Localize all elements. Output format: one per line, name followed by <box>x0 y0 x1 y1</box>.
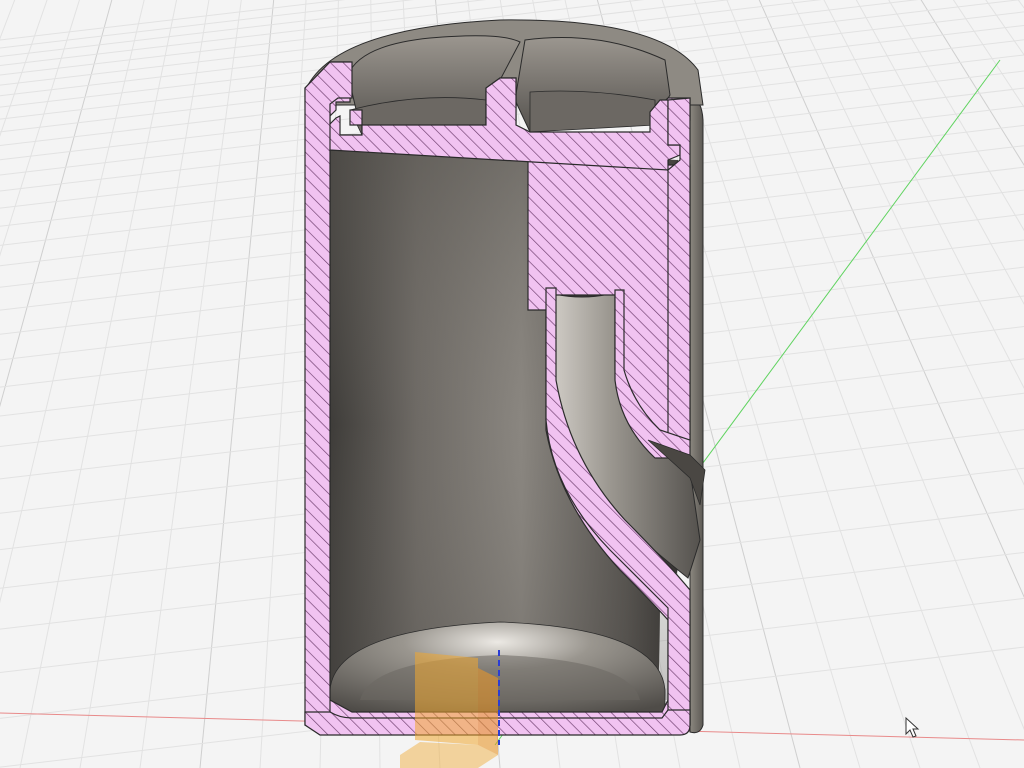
3d-viewport[interactable] <box>0 0 1024 768</box>
viewport-canvas[interactable] <box>0 0 1024 768</box>
section-plane-face[interactable] <box>415 652 478 745</box>
outer-shell-rim <box>689 94 704 734</box>
section-plane-edge[interactable] <box>478 668 498 755</box>
right-pocket-floor <box>529 90 656 133</box>
